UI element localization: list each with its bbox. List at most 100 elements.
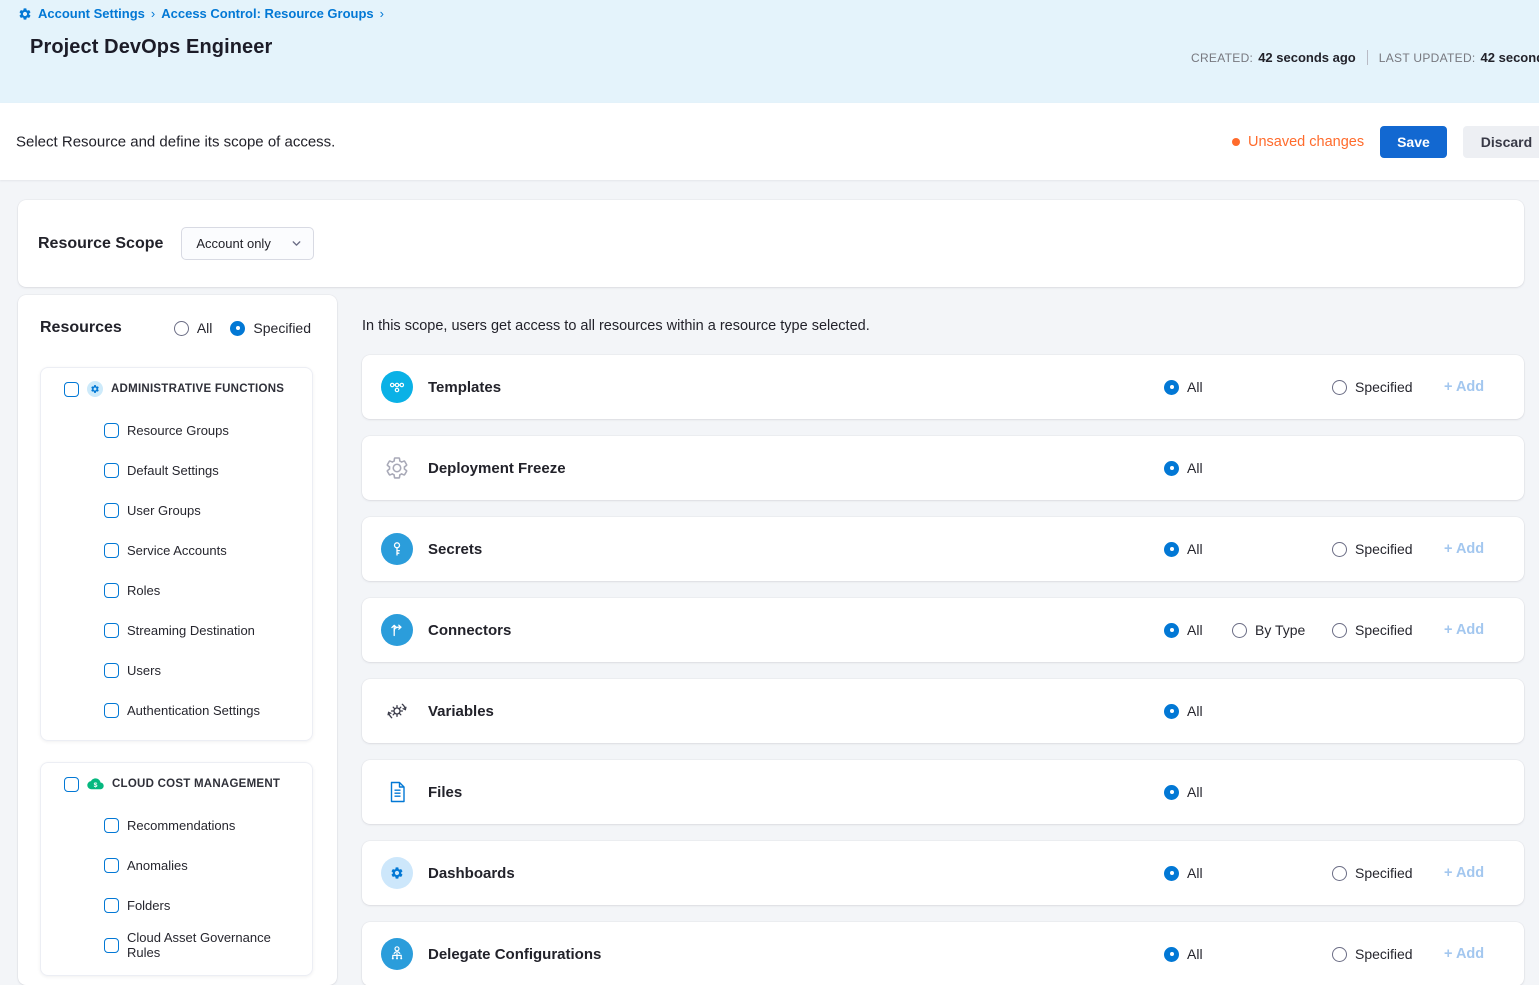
resources-panel: Resources All Specified ADMINISTRATIVE F… (18, 295, 337, 985)
add-button[interactable]: + Add (1436, 865, 1524, 881)
item-checkbox[interactable] (104, 663, 119, 678)
group-checkbox[interactable] (64, 382, 79, 397)
radio-circle-icon (1164, 704, 1179, 719)
resource-item-default-settings[interactable]: Default Settings (41, 450, 312, 490)
resource-item-recommendations[interactable]: Recommendations (41, 805, 312, 845)
radio-specified[interactable]: Specified (1332, 946, 1436, 962)
item-checkbox[interactable] (104, 858, 119, 873)
radio-specified[interactable]: Specified (1332, 622, 1436, 638)
resource-row-dashboards: Dashboards All Specified + Add (362, 841, 1524, 905)
radio-all[interactable]: All (1164, 946, 1232, 962)
radio-all[interactable]: All (1164, 703, 1232, 719)
resource-row-files: Files All (362, 760, 1524, 824)
resource-row-label: Secrets (428, 541, 482, 558)
radio-circle-icon (1164, 866, 1179, 881)
resource-item-anomalies[interactable]: Anomalies (41, 845, 312, 885)
unsaved-changes-indicator: Unsaved changes (1232, 134, 1364, 150)
delegate-configurations-icon (381, 938, 413, 970)
resource-item-cloud-asset-governance-rules[interactable]: Cloud Asset Governance Rules (41, 925, 312, 965)
radio-specified[interactable]: Specified (230, 320, 311, 336)
radio-circle-icon (1164, 542, 1179, 557)
item-checkbox[interactable] (104, 423, 119, 438)
save-button[interactable]: Save (1380, 126, 1447, 158)
breadcrumb-separator: › (380, 6, 384, 21)
discard-button[interactable]: Discard (1463, 126, 1539, 158)
radio-circle-icon (1332, 866, 1347, 881)
resource-item-streaming-destination[interactable]: Streaming Destination (41, 610, 312, 650)
resource-item-service-accounts[interactable]: Service Accounts (41, 530, 312, 570)
action-toolbar: Select Resource and define its scope of … (0, 103, 1539, 180)
deployment-freeze-icon (381, 452, 413, 484)
settings-gear-icon (18, 7, 32, 21)
resource-scope-card: Resource Scope Account only (18, 200, 1524, 287)
resource-item-folders[interactable]: Folders (41, 885, 312, 925)
resource-row-connectors: Connectors All By Type Specified + Add (362, 598, 1524, 662)
add-button[interactable]: + Add (1436, 541, 1524, 557)
radio-circle-icon (1332, 380, 1347, 395)
radio-all[interactable]: All (1164, 784, 1232, 800)
resource-row-label: Connectors (428, 622, 511, 639)
group-title: ADMINISTRATIVE FUNCTIONS (111, 383, 284, 395)
group-checkbox[interactable] (64, 777, 79, 792)
item-checkbox[interactable] (104, 583, 119, 598)
page-header: Account Settings › Access Control: Resou… (0, 0, 1539, 103)
resource-row-label: Delegate Configurations (428, 946, 601, 963)
cloud-dollar-icon: $ (87, 777, 104, 792)
radio-circle-icon (1164, 947, 1179, 962)
resources-scope-radio-group: All Specified (174, 320, 311, 336)
resource-item-users[interactable]: Users (41, 650, 312, 690)
breadcrumb-access-control-resource-groups[interactable]: Access Control: Resource Groups (161, 6, 373, 21)
resource-row-label: Deployment Freeze (428, 460, 566, 477)
radio-specified[interactable]: Specified (1332, 541, 1436, 557)
resource-row-label: Variables (428, 703, 494, 720)
radio-by-type[interactable]: By Type (1232, 622, 1332, 638)
radio-circle-icon (1332, 947, 1347, 962)
item-checkbox[interactable] (104, 503, 119, 518)
item-checkbox[interactable] (104, 543, 119, 558)
item-checkbox[interactable] (104, 818, 119, 833)
admin-functions-icon (87, 381, 103, 397)
radio-all[interactable]: All (1164, 460, 1232, 476)
resource-row-templates: Templates All Specified + Add (362, 355, 1524, 419)
resource-item-resource-groups[interactable]: Resource Groups (41, 410, 312, 450)
add-button[interactable]: + Add (1436, 379, 1524, 395)
resource-item-user-groups[interactable]: User Groups (41, 490, 312, 530)
radio-circle-icon (230, 321, 245, 336)
resource-row-label: Dashboards (428, 865, 515, 882)
item-checkbox[interactable] (104, 938, 119, 953)
resource-item-roles[interactable]: Roles (41, 570, 312, 610)
item-checkbox[interactable] (104, 898, 119, 913)
item-checkbox[interactable] (104, 703, 119, 718)
radio-circle-icon (1164, 785, 1179, 800)
toolbar-description: Select Resource and define its scope of … (16, 133, 335, 150)
item-checkbox[interactable] (104, 463, 119, 478)
created-value: 42 seconds ago (1258, 50, 1356, 65)
radio-all[interactable]: All (1164, 622, 1232, 638)
radio-all[interactable]: All (1164, 541, 1232, 557)
breadcrumb: Account Settings › Access Control: Resou… (0, 0, 1539, 21)
resource-item-authentication-settings[interactable]: Authentication Settings (41, 690, 312, 730)
last-updated-label: LAST UPDATED: (1379, 51, 1476, 65)
created-label: CREATED: (1191, 51, 1253, 65)
variables-icon (381, 695, 413, 727)
last-updated-value: 42 seconds ago (1481, 50, 1539, 65)
resource-row-label: Files (428, 784, 462, 801)
item-checkbox[interactable] (104, 623, 119, 638)
add-button[interactable]: + Add (1436, 622, 1524, 638)
radio-specified[interactable]: Specified (1332, 379, 1436, 395)
radio-circle-icon (1332, 542, 1347, 557)
unsaved-changes-label: Unsaved changes (1248, 134, 1364, 150)
radio-circle-icon (1164, 623, 1179, 638)
radio-specified[interactable]: Specified (1332, 865, 1436, 881)
breadcrumb-separator: › (151, 6, 155, 21)
radio-all[interactable]: All (174, 320, 213, 336)
chevron-down-icon (290, 237, 303, 250)
resource-scope-selected-value: Account only (196, 236, 270, 251)
secrets-icon (381, 533, 413, 565)
resource-scope-dropdown[interactable]: Account only (181, 227, 314, 260)
add-button[interactable]: + Add (1436, 946, 1524, 962)
breadcrumb-account-settings[interactable]: Account Settings (38, 6, 145, 21)
svg-text:$: $ (94, 781, 98, 788)
radio-all[interactable]: All (1164, 865, 1232, 881)
radio-all[interactable]: All (1164, 379, 1232, 395)
